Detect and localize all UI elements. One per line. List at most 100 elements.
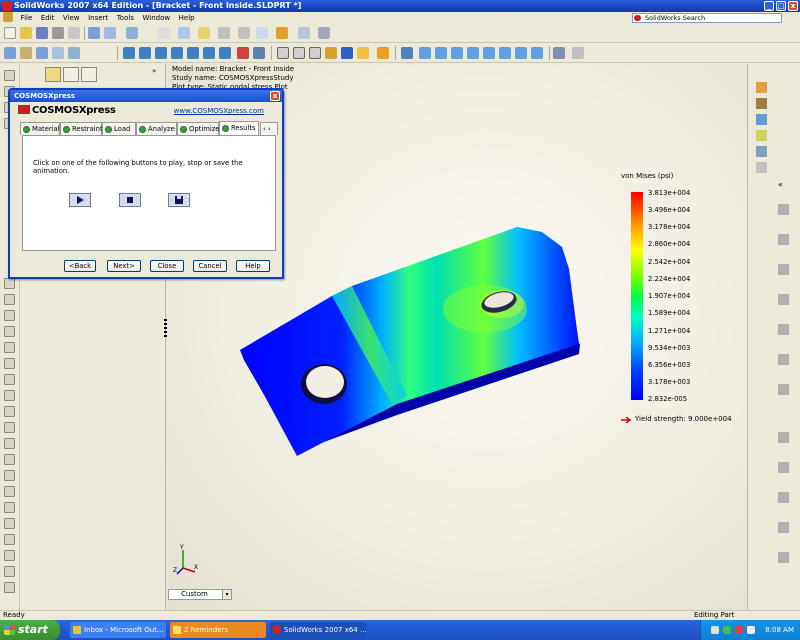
volume-icon[interactable] <box>747 626 755 634</box>
hidden-lines-removed-icon[interactable] <box>309 47 321 59</box>
wireframe-icon[interactable] <box>277 47 289 59</box>
rotate-view-icon[interactable] <box>203 47 215 59</box>
network-icon[interactable] <box>711 626 719 634</box>
help-button[interactable]: Help <box>236 260 270 272</box>
chevron-down-icon[interactable]: ▾ <box>222 590 231 599</box>
right-view-icon[interactable] <box>467 47 479 59</box>
view-palette-icon[interactable] <box>756 146 767 157</box>
sketch-entity-icon[interactable] <box>778 234 789 245</box>
solidworks-app-icon[interactable] <box>2 1 12 11</box>
palette-button[interactable] <box>4 470 15 481</box>
palette-button[interactable] <box>4 310 15 321</box>
tab-material[interactable]: Material <box>20 122 60 135</box>
sketch-entity-icon[interactable] <box>778 264 789 275</box>
start-button[interactable]: start <box>0 620 60 640</box>
minimize-button[interactable]: _ <box>764 1 774 11</box>
play-button[interactable] <box>69 193 91 207</box>
solidworks-search-box[interactable]: SolidWorks Search <box>632 13 782 23</box>
tab-scroll-arrows[interactable]: ‹ › <box>260 122 278 135</box>
palette-button[interactable] <box>4 550 15 561</box>
zoom-in-out-icon[interactable] <box>171 47 183 59</box>
zoom-to-area-icon[interactable] <box>155 47 167 59</box>
sketch-tool-icon[interactable] <box>20 47 32 59</box>
sketch-entity-icon[interactable] <box>778 462 789 473</box>
palette-button[interactable] <box>4 502 15 513</box>
isometric-view-icon[interactable] <box>515 47 527 59</box>
close-dialog-button[interactable]: Close <box>150 260 184 272</box>
sketch-entity-icon[interactable] <box>778 324 789 335</box>
next-button[interactable]: Next> <box>107 260 141 272</box>
sketch-entity-icon[interactable] <box>778 294 789 305</box>
palette-button[interactable] <box>4 454 15 465</box>
shadows-icon[interactable] <box>357 47 369 59</box>
zoom-to-fit-icon[interactable] <box>139 47 151 59</box>
sketch-entity-icon[interactable] <box>778 432 789 443</box>
palette-button[interactable] <box>4 294 15 305</box>
tab-results[interactable]: Results <box>219 121 259 136</box>
taskbar-clock[interactable]: 8:08 AM <box>765 620 794 640</box>
stop-button[interactable] <box>119 193 141 207</box>
view-orientation-icon[interactable] <box>253 47 265 59</box>
rebuild-icon[interactable] <box>218 27 230 39</box>
tab-optimize[interactable]: Optimize <box>177 122 219 135</box>
taskbar-reminders[interactable]: 2 Reminders <box>170 622 266 638</box>
view-orientation-dropdown[interactable]: Custom ▾ <box>168 589 232 600</box>
solidworks-logo-icon[interactable] <box>3 12 13 22</box>
save-icon[interactable] <box>36 27 48 39</box>
palette-button[interactable] <box>4 326 15 337</box>
undo-icon[interactable] <box>104 27 116 39</box>
home-icon[interactable] <box>756 82 767 93</box>
window-title-bar[interactable]: SolidWorks 2007 x64 Edition - [Bracket -… <box>0 0 800 12</box>
palette-button[interactable] <box>4 70 15 81</box>
palette-button[interactable] <box>4 582 15 593</box>
circle-tool-icon[interactable] <box>68 47 80 59</box>
configuration-manager-tab[interactable] <box>81 67 97 82</box>
palette-button[interactable] <box>4 342 15 353</box>
tab-restraint[interactable]: Restraint <box>60 122 103 135</box>
cut-icon[interactable] <box>88 27 100 39</box>
top-view-icon[interactable] <box>483 47 495 59</box>
sketch-entity-icon[interactable] <box>778 492 789 503</box>
palette-button[interactable] <box>4 566 15 577</box>
shaded-with-edges-icon[interactable] <box>325 47 337 59</box>
palette-button[interactable] <box>4 374 15 385</box>
print-icon[interactable] <box>52 27 64 39</box>
collapse-pane-icon[interactable]: « <box>778 180 789 191</box>
close-button[interactable]: x <box>788 1 798 11</box>
tab-analyze[interactable]: Analyze <box>136 122 177 135</box>
realview-icon[interactable] <box>377 47 389 59</box>
pan-icon[interactable] <box>219 47 231 59</box>
normal-to-icon[interactable] <box>553 47 565 59</box>
file-properties-icon[interactable] <box>238 27 250 39</box>
palette-button[interactable] <box>4 486 15 497</box>
bottom-view-icon[interactable] <box>499 47 511 59</box>
appearance-icon[interactable] <box>756 162 767 173</box>
lighting-icon[interactable] <box>276 27 288 39</box>
select-icon[interactable] <box>158 27 170 39</box>
help-icon[interactable] <box>298 27 310 39</box>
palette-button[interactable] <box>4 278 15 289</box>
dialog-close-icon[interactable]: x <box>270 91 280 101</box>
maximize-button[interactable]: □ <box>776 1 786 11</box>
sketch-entity-icon[interactable] <box>778 354 789 365</box>
redo-icon[interactable] <box>126 27 138 39</box>
section-view-icon[interactable] <box>401 47 413 59</box>
cancel-button[interactable]: Cancel <box>193 260 227 272</box>
print-preview-icon[interactable] <box>68 27 80 39</box>
sketch-entity-icon[interactable] <box>778 552 789 563</box>
rectangle-tool-icon[interactable] <box>52 47 64 59</box>
palette-button[interactable] <box>4 406 15 417</box>
tab-load[interactable]: Load <box>102 122 136 135</box>
smart-dimension-icon[interactable] <box>198 27 210 39</box>
taskbar-outlook[interactable]: Inbox - Microsoft Out... <box>70 622 166 638</box>
trimetric-view-icon[interactable] <box>531 47 543 59</box>
palette-button[interactable] <box>4 518 15 529</box>
zoom-to-selection-icon[interactable] <box>187 47 199 59</box>
property-manager-tab[interactable] <box>63 67 79 82</box>
view-settings-icon[interactable] <box>572 47 584 59</box>
macro-icon[interactable] <box>318 27 330 39</box>
palette-button[interactable] <box>4 390 15 401</box>
left-view-icon[interactable] <box>451 47 463 59</box>
palette-button[interactable] <box>4 534 15 545</box>
sketch-entity-icon[interactable] <box>778 204 789 215</box>
